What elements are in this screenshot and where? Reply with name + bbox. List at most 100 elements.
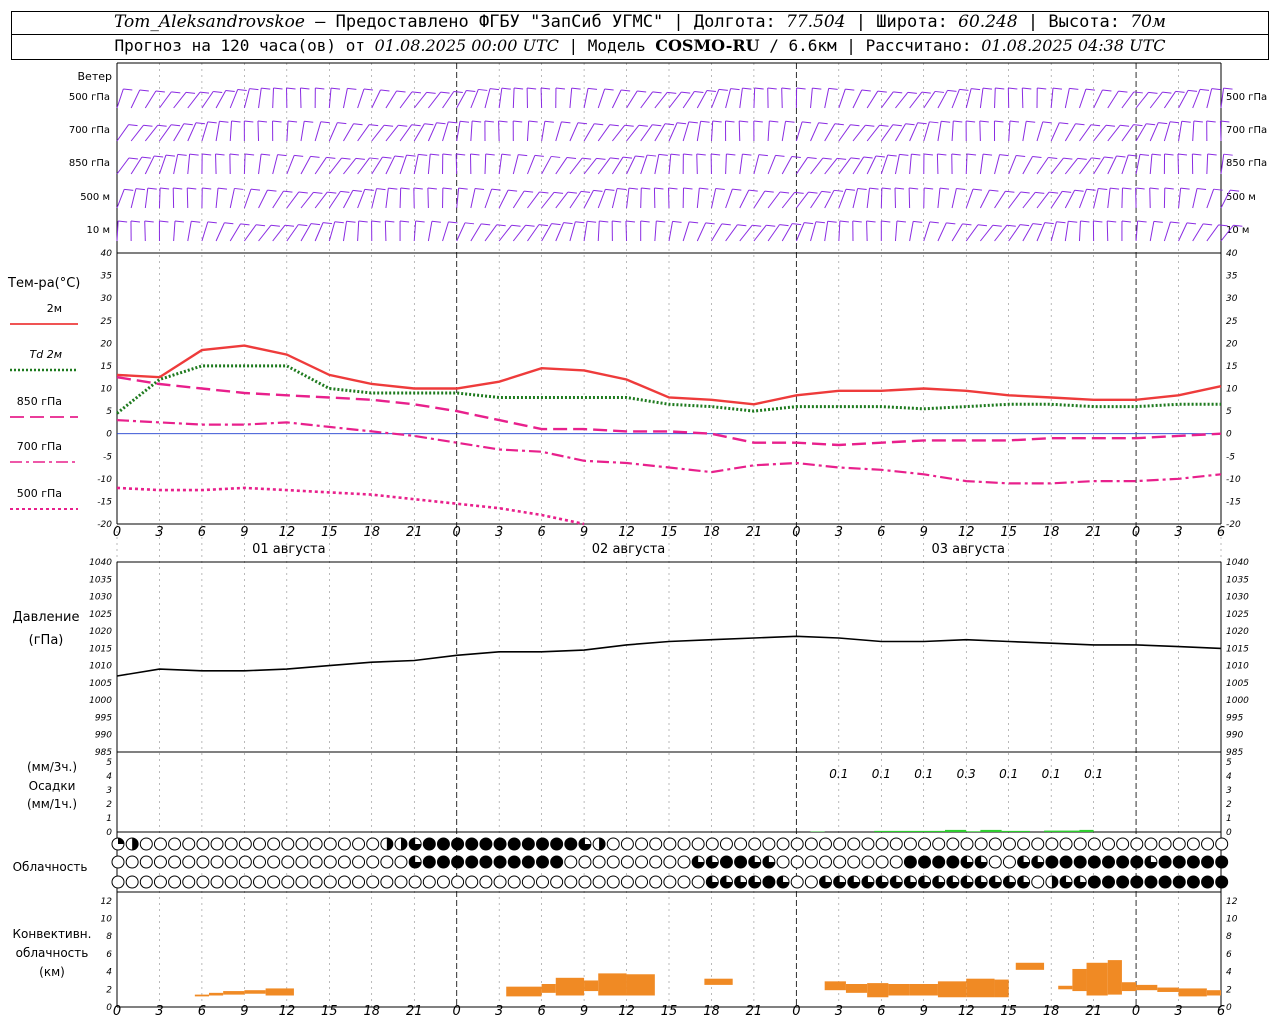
cloud-cover-symbol <box>295 837 309 851</box>
wind-barb-flag <box>1220 120 1230 123</box>
wind-barb-shaft <box>187 122 197 142</box>
cloud-cover-symbol <box>564 837 578 851</box>
cloud-cover-symbol <box>139 855 153 869</box>
bottom-x-tick-label: 6 <box>1217 1004 1225 1019</box>
header-forecast-line: Прогноз на 120 часа(ов) от 01.08.2025 00… <box>11 34 1269 60</box>
wind-barb-shaft <box>526 155 536 175</box>
cloud-cover-symbol <box>918 855 932 869</box>
wind-barb-flag <box>128 124 138 127</box>
cloud-cover-symbol <box>1116 875 1130 889</box>
wind-barb-shaft <box>725 224 738 242</box>
wind-barb-flag <box>217 187 228 190</box>
temp-legend-label: 850 гПа <box>17 395 62 408</box>
wind-barb-flag <box>739 120 749 123</box>
wind-barb-flag <box>154 155 164 158</box>
wind-barb-flag <box>160 187 170 190</box>
temp-x-tick-label: 3 <box>835 525 843 540</box>
wind-barb-shaft <box>541 223 552 242</box>
wind-barb-flag <box>609 124 619 127</box>
conv-cloud-bar <box>1086 962 1108 996</box>
cloud-cover-symbol <box>309 875 323 889</box>
wind-barb-shaft <box>442 121 449 142</box>
cloud-cover-symbol <box>550 875 564 889</box>
wind-barb-flag <box>304 120 314 123</box>
wind-barb-flag <box>448 121 458 124</box>
cloud-cover-symbol <box>493 837 507 851</box>
wind-barb-flag <box>635 155 645 158</box>
wind-barb-shaft <box>611 188 618 209</box>
wind-barb-flag <box>781 87 791 90</box>
wind-barb-shaft <box>626 90 638 109</box>
wind-barb-shaft <box>427 91 441 109</box>
wind-barb-flag <box>677 122 687 125</box>
wind-barb-shaft <box>385 188 389 209</box>
conv-cloud-bar <box>845 984 868 993</box>
wind-barb-shaft <box>541 156 552 175</box>
pressure-y-tick-right: 1005 <box>1226 679 1249 689</box>
wind-barb-shaft <box>611 156 624 175</box>
wind-barb-flag <box>753 120 763 123</box>
wind-barb-flag <box>587 87 598 90</box>
wind-barb-shaft <box>597 124 611 142</box>
temp-x-tick-label: 9 <box>240 525 248 540</box>
cloud-cover-symbol <box>1116 855 1130 869</box>
wind-barb-shaft <box>965 189 974 209</box>
wind-barb-shaft <box>300 121 305 142</box>
wind-barb-shaft <box>795 157 809 175</box>
wind-barb-flag <box>376 188 386 191</box>
wind-barb-flag <box>426 91 436 94</box>
cloud-cover-symbol <box>224 875 238 889</box>
pressure-y-tick-right: 1025 <box>1226 610 1249 620</box>
cloud-cover-symbol <box>606 875 620 889</box>
wind-barb-shaft <box>201 221 209 242</box>
wind-barb-shaft <box>937 121 942 142</box>
cloud-cover-symbol <box>564 875 578 889</box>
wind-barb-flag <box>173 187 183 190</box>
precip-y-tick-left: 4 <box>106 772 112 782</box>
wind-barb-shaft <box>611 89 622 109</box>
wind-barb-shaft <box>159 91 172 109</box>
cloud-cover-symbol <box>1102 875 1115 889</box>
wind-barb-shaft <box>1093 188 1099 209</box>
wind-barb-shaft <box>555 222 565 242</box>
wind-barb-shaft <box>838 124 851 142</box>
wind-barb-flag <box>1116 155 1126 158</box>
wind-barb-shaft <box>951 223 963 242</box>
temp-legend-label: Td 2м <box>30 348 63 361</box>
wind-barb-flag <box>580 190 591 193</box>
wind-barb-shaft <box>880 154 889 175</box>
wind-barb-shaft <box>455 153 458 175</box>
wind-barb-flag <box>1169 121 1180 124</box>
wind-barb-flag <box>456 153 466 156</box>
wind-barb-flag <box>1223 153 1233 156</box>
wind-barb-shaft <box>795 222 805 242</box>
conv-subtitle: облачность <box>16 946 89 960</box>
wind-barb-flag <box>863 156 873 159</box>
cloud-cover-symbol <box>1144 837 1158 851</box>
wind-barb-shaft <box>1050 221 1057 242</box>
cloud-cover-symbol <box>323 875 337 889</box>
cloud-cover-symbol <box>196 875 210 889</box>
wind-barb-shaft <box>201 121 209 142</box>
cloud-cover-symbol <box>408 875 422 889</box>
cloud-title: Облачность <box>13 860 88 874</box>
wind-barb-shaft <box>668 122 678 142</box>
cloud-cover-symbol <box>875 855 889 869</box>
wind-barb-shaft <box>909 122 919 142</box>
cloud-cover-symbol <box>1215 837 1229 851</box>
wind-barb-shaft <box>1149 221 1155 242</box>
wind-barb-flag <box>737 224 747 227</box>
wind-barb-shaft <box>1163 221 1171 242</box>
wind-barb-shaft <box>767 121 770 142</box>
cloud-cover-symbol <box>380 875 394 889</box>
wind-barb-flag <box>779 224 789 227</box>
temp-x-tick-label: 12 <box>279 525 296 540</box>
wind-barb-flag <box>346 220 356 223</box>
wind-barb-shaft <box>1121 154 1129 175</box>
cloud-cover-symbol <box>606 855 620 869</box>
wind-barb-flag <box>1146 123 1156 126</box>
wind-barb-shaft <box>696 90 708 109</box>
wind-barb-shaft <box>611 124 626 142</box>
wind-barb-shaft <box>767 191 781 209</box>
cloud-cover-symbol <box>479 855 493 869</box>
